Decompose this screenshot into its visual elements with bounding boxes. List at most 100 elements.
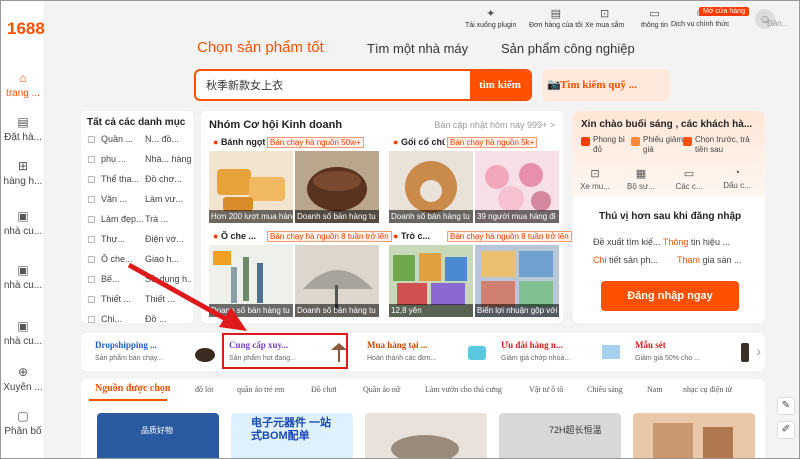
- opportunity-update-link[interactable]: Bản cập nhật hôm nay 999+ >: [434, 120, 555, 130]
- tab-source[interactable]: Đồ chơi: [311, 385, 337, 394]
- sidebar-item-distribute[interactable]: ▢ Phân bổ: [1, 409, 45, 437]
- opportunity-card[interactable]: ● Ô che ... Bán chạy hà nguồn 8 tuần trở…: [209, 231, 392, 319]
- image-search-button[interactable]: 📷 Tìm kiếm quỹ ...: [542, 69, 670, 101]
- tab-good-products[interactable]: Chọn sản phẩm tốt: [197, 39, 324, 56]
- highlight-box: [222, 333, 348, 369]
- category-link[interactable]: Thể tha...: [101, 174, 143, 184]
- app-window: 1688 ⌂ trang ... ▤ Đặt hà... ⊞ hàng h...…: [0, 0, 800, 459]
- opportunity-card[interactable]: ● Trò c... Bán chạy hà nguồn 8 tuần trở …: [389, 231, 572, 319]
- product-image[interactable]: 12,8 yên: [389, 245, 473, 317]
- feedback-icon[interactable]: ✎: [777, 397, 795, 415]
- category-row[interactable]: ▢ Làm đẹp... Trà ...: [87, 214, 187, 234]
- promo-dropshipping[interactable]: Dropshipping ... Sản phẩm bán chạy...: [89, 337, 223, 367]
- tab-industrial-products[interactable]: Sản phẩm công nghiệp: [501, 41, 635, 56]
- product-card[interactable]: 电子元器件 一站式BOM配单: [231, 413, 353, 458]
- category-link[interactable]: Trà ...: [145, 214, 191, 224]
- product-image[interactable]: Doanh số bán hàng tu: [389, 151, 473, 223]
- product-card[interactable]: 品质好物: [97, 413, 219, 458]
- category-link[interactable]: Quần ...: [101, 134, 143, 144]
- tab-source[interactable]: nhạc cụ điện tử: [683, 385, 732, 394]
- tab-find-factory[interactable]: Tìm một nhà máy: [367, 41, 468, 56]
- site-logo[interactable]: 1688: [7, 19, 45, 39]
- collection-shortcut[interactable]: ▦ Bộ sư...: [623, 167, 659, 191]
- category-link[interactable]: Đồ chơ...: [145, 174, 191, 184]
- category-link[interactable]: Thiết ...: [101, 294, 143, 304]
- login-button[interactable]: Đăng nhập ngay: [601, 281, 739, 311]
- sidebar-item-home[interactable]: ⌂ trang ...: [1, 71, 45, 99]
- buy-now-pay-later-feature[interactable]: Chọn trước, trả tiền sau: [683, 135, 763, 155]
- category-row[interactable]: ▢ Văn ... Làm vư...: [87, 194, 187, 214]
- cart-link[interactable]: ⊡ Xe mua sắm: [585, 7, 624, 29]
- category-link[interactable]: phụ ...: [101, 154, 143, 164]
- product-image[interactable]: Doanh số bán hàng tu: [209, 245, 293, 317]
- promo-buy[interactable]: Mua hàng tại ... Hoàn thành các đơn...: [361, 337, 495, 367]
- opportunity-card[interactable]: ● Gối cổ chữ U đ... Bán chạy hà nguồn 5k…: [389, 137, 559, 225]
- product-image[interactable]: Biển lợi nhuận gộp với: [475, 245, 559, 317]
- category-link[interactable]: Thự...: [101, 234, 143, 244]
- beauty-icon: ▢: [87, 214, 96, 224]
- stores-shortcut[interactable]: ▭ Các c...: [671, 167, 707, 191]
- tab-selected-sources[interactable]: Nguồn được chọn: [95, 383, 170, 394]
- category-link[interactable]: Sử dụng h...: [145, 274, 191, 284]
- tab-source[interactable]: Làm vườn cho thú cưng: [425, 385, 502, 394]
- opportunity-card[interactable]: ● Bánh ngọt và... Bán chạy hà nguồn 50w+…: [209, 137, 379, 225]
- open-store-badge[interactable]: Mở cửa hàng: [699, 7, 749, 16]
- category-link[interactable]: Làm vư...: [145, 194, 191, 204]
- category-link[interactable]: Ô che...: [101, 254, 143, 264]
- category-link[interactable]: N... đồ...: [145, 134, 191, 144]
- sidebar-item-suppliers-3[interactable]: ▣ nhà cu...: [1, 319, 45, 347]
- tab-source[interactable]: đồ lót: [195, 385, 213, 394]
- category-link[interactable]: Bế...: [101, 274, 143, 284]
- category-row[interactable]: ▢ Quần ... N... đồ...: [87, 134, 187, 154]
- category-link[interactable]: Nhà... hàng...: [145, 154, 191, 164]
- left-sidebar: 1688 ⌂ trang ... ▤ Đặt hà... ⊞ hàng h...…: [1, 1, 45, 458]
- cart-shortcut[interactable]: ⊡ Xe mu...: [577, 167, 613, 191]
- category-title: Tất cả các danh mục: [87, 117, 186, 128]
- login-link[interactable]: Đăn...: [767, 19, 788, 28]
- product-card[interactable]: [365, 413, 487, 458]
- search-button[interactable]: tìm kiếm: [470, 71, 530, 99]
- category-link[interactable]: Làm đẹp...: [101, 214, 143, 224]
- product-card[interactable]: [633, 413, 755, 458]
- sidebar-item-suppliers-1[interactable]: ▣ nhà cu...: [1, 209, 45, 237]
- category-row[interactable]: ▢ phụ ...Nhà... hàng...: [87, 154, 191, 174]
- sidebar-item-orders[interactable]: ▤ Đặt hà...: [1, 115, 45, 143]
- sidebar-item-crossborder[interactable]: ⊕ Xuyên ...: [1, 365, 45, 393]
- category-row[interactable]: ▢ Thự... Điện vớ...: [87, 234, 187, 254]
- coupon-feature[interactable]: Phiếu giảm giá: [631, 135, 687, 155]
- my-orders-link[interactable]: ▤ Đơn hàng của tôi: [529, 7, 583, 29]
- tab-source[interactable]: Chiếu sáng: [587, 385, 623, 394]
- category-row[interactable]: ▢ Chi... Đồ ...: [87, 314, 187, 334]
- category-row[interactable]: ▢ Ô che... Giao h...: [87, 254, 187, 274]
- kitchen-icon: ▢: [87, 274, 96, 284]
- category-link[interactable]: Giao h...: [145, 254, 191, 264]
- product-image[interactable]: Doanh số bán hàng tu: [295, 245, 379, 317]
- red-envelope-feature[interactable]: Phong bì đỏ: [581, 135, 635, 155]
- product-image[interactable]: Hơn 200 lượt mua hàng: [209, 151, 293, 223]
- tab-source[interactable]: Quần áo nữ: [363, 385, 400, 394]
- category-row[interactable]: ▢ Thể tha... Đồ chơ...: [87, 174, 187, 194]
- download-plugin-link[interactable]: ✦ Tải xuống plugin: [465, 7, 516, 29]
- search-input[interactable]: [196, 71, 472, 99]
- footprint-shortcut[interactable]: ◔ Dấu c...: [719, 167, 755, 190]
- product-image[interactable]: 39 người mua hàng đi: [475, 151, 559, 223]
- category-link[interactable]: Điện vớ...: [145, 234, 191, 244]
- category-link[interactable]: Đồ ...: [145, 314, 191, 324]
- category-link[interactable]: Văn ...: [101, 194, 143, 204]
- sidebar-item-suppliers-2[interactable]: ▣ nhà cu...: [1, 263, 45, 291]
- category-link[interactable]: Chi...: [101, 314, 143, 324]
- tab-source[interactable]: Vật tư ô tô: [529, 385, 563, 394]
- product-image[interactable]: Doanh số bán hàng tu: [295, 151, 379, 223]
- product-card[interactable]: 72H超长恒温: [499, 413, 621, 458]
- messages-link[interactable]: ▭ thông tin: [641, 7, 668, 29]
- chevron-right-icon[interactable]: ›: [756, 343, 761, 359]
- tab-source[interactable]: quần áo trẻ em: [237, 385, 284, 394]
- promo-sample[interactable]: Mẫu sét Giảm giá 50% cho ...: [629, 337, 763, 367]
- category-row[interactable]: ▢ Bế... Sử dụng h...: [87, 274, 191, 294]
- edit-icon[interactable]: ✐: [777, 421, 795, 439]
- sidebar-item-goods[interactable]: ⊞ hàng h...: [1, 159, 45, 187]
- category-link[interactable]: Thiết ...: [145, 294, 191, 304]
- promo-discount[interactable]: Ưu đãi hàng n... Giảm giá chớp nhoá...: [495, 337, 629, 367]
- tab-source[interactable]: Nam: [647, 385, 663, 394]
- category-row[interactable]: ▢ Thiết ... Thiết ...: [87, 294, 187, 314]
